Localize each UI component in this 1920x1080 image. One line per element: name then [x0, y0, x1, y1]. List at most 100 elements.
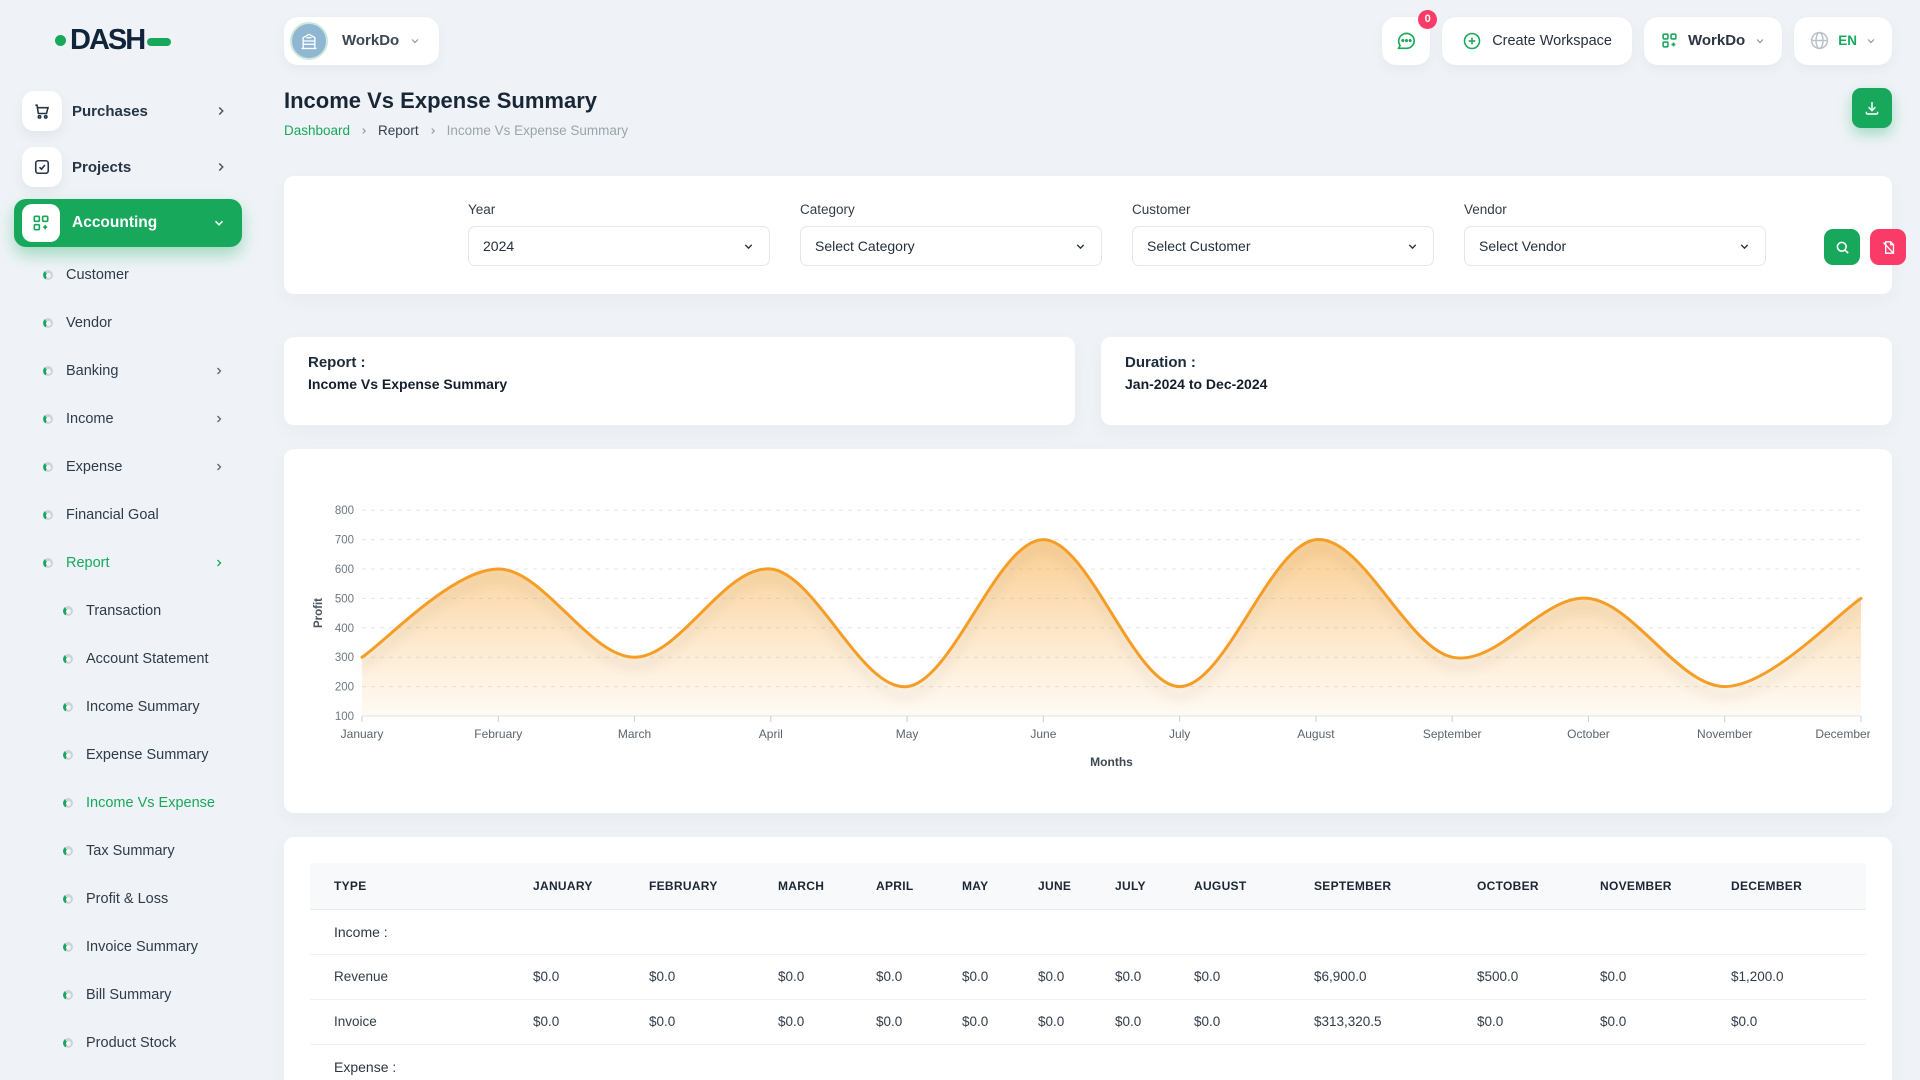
sidebar: DASH PurchasesProjectsAccountingCustomer…	[0, 0, 252, 1080]
category-select[interactable]: Select Category	[800, 226, 1102, 266]
cell-value: $313,320.5	[1290, 999, 1453, 1044]
table-row-revenue: Revenue$0.0$0.0$0.0$0.0$0.0$0.0$0.0$0.0$…	[310, 954, 1866, 999]
svg-text:April: April	[759, 727, 783, 741]
breadcrumb-dashboard-link[interactable]: Dashboard	[284, 123, 350, 138]
chat-icon	[1395, 30, 1417, 52]
chevron-right-icon	[213, 461, 225, 473]
cell-value: $0.0	[1014, 999, 1091, 1044]
app-logo[interactable]: DASH	[55, 24, 252, 57]
svg-text:September: September	[1423, 727, 1482, 741]
workdo-menu-button[interactable]: WorkDo	[1644, 17, 1782, 65]
create-workspace-button[interactable]: Create Workspace	[1442, 17, 1632, 65]
breadcrumb-report-link[interactable]: Report	[378, 123, 419, 138]
cell-value: $0.0	[754, 954, 852, 999]
svg-text:November: November	[1697, 727, 1752, 741]
sidebar-item-tax-summary[interactable]: Tax Summary	[0, 827, 252, 875]
chevron-down-icon	[1406, 240, 1419, 253]
messages-count-badge: 0	[1418, 10, 1437, 29]
sidebar-item-income[interactable]: Income	[0, 395, 252, 443]
sidebar-item-transaction[interactable]: Transaction	[0, 587, 252, 635]
filter-card: Year 2024 Category Select Category CustomerS…	[284, 176, 1892, 294]
sidebar-item-cash-flow[interactable]: Cash Flow	[0, 1067, 252, 1080]
apply-filter-button[interactable]	[1824, 229, 1860, 265]
customer-filter: CustomerSelect Customer	[1132, 202, 1434, 266]
profit-chart-card: 100200300400500600700800JanuaryFebruaryM…	[284, 449, 1892, 813]
bullet-icon	[43, 510, 53, 520]
sidebar-item-financial-goal[interactable]: Financial Goal	[0, 491, 252, 539]
cart-icon	[22, 91, 62, 131]
svg-text:Profit: Profit	[313, 598, 325, 628]
chevron-right-icon	[428, 126, 438, 136]
sidebar-item-projects[interactable]: Projects	[0, 139, 252, 195]
language-code: EN	[1838, 33, 1857, 48]
workspace-switcher[interactable]: WorkDo	[284, 17, 439, 65]
sidebar-item-report[interactable]: Report	[0, 539, 252, 587]
svg-text:300: 300	[335, 652, 354, 664]
chevron-down-icon	[212, 216, 226, 230]
sidebar-item-expense-summary[interactable]: Expense Summary	[0, 731, 252, 779]
bullet-icon	[43, 414, 53, 424]
language-selector[interactable]: EN	[1794, 17, 1892, 65]
svg-text:August: August	[1297, 727, 1335, 741]
svg-text:200: 200	[335, 682, 354, 694]
chevron-right-icon	[359, 126, 369, 136]
table-header-row: TYPEJANUARYFEBRUARYMARCHAPRILMAYJUNEJULY…	[310, 863, 1866, 909]
chevron-right-icon	[213, 557, 225, 569]
cell-value: $0.0	[938, 999, 1014, 1044]
chevron-right-icon	[214, 104, 228, 118]
svg-text:600: 600	[335, 564, 354, 576]
sidebar-item-profit-loss[interactable]: Profit & Loss	[0, 875, 252, 923]
column-header-july: JULY	[1091, 863, 1170, 909]
cell-value: $0.0	[1453, 999, 1576, 1044]
sidebar-item-accounting[interactable]: Accounting	[14, 199, 242, 247]
year-filter: Year 2024	[468, 202, 770, 266]
cell-value: $0.0	[1091, 954, 1170, 999]
svg-text:400: 400	[335, 623, 354, 635]
duration-summary-card: Duration : Jan-2024 to Dec-2024	[1101, 337, 1892, 425]
svg-text:July: July	[1169, 727, 1190, 741]
chevron-down-icon	[1738, 240, 1751, 253]
bullet-icon	[63, 702, 73, 712]
messages-button[interactable]: 0	[1382, 17, 1430, 65]
sidebar-item-invoice-summary[interactable]: Invoice Summary	[0, 923, 252, 971]
bullet-icon	[63, 798, 73, 808]
svg-text:January: January	[341, 727, 384, 741]
page-header: Income Vs Expense Summary Dashboard Repo…	[284, 88, 1892, 138]
logo-dot-icon	[55, 35, 66, 46]
grid-plus-icon	[1660, 31, 1679, 50]
reset-filter-button[interactable]	[1870, 229, 1906, 265]
bullet-icon	[63, 606, 73, 616]
main-content: WorkDo 0 Create Workspace WorkDo EN	[252, 0, 1920, 1080]
cell-value: $0.0	[1576, 954, 1707, 999]
plus-circle-icon	[1462, 31, 1482, 51]
sidebar-item-income-vs-expense[interactable]: Income Vs Expense	[0, 779, 252, 827]
svg-text:March: March	[618, 727, 651, 741]
customer-select[interactable]: Select Customer	[1132, 226, 1434, 266]
sidebar-item-customer[interactable]: Customer	[0, 251, 252, 299]
chevron-right-icon	[213, 413, 225, 425]
category-filter: Category Select Category	[800, 202, 1102, 266]
income-expense-table-card: TYPEJANUARYFEBRUARYMARCHAPRILMAYJUNEJULY…	[284, 837, 1892, 1080]
bullet-icon	[63, 894, 73, 904]
svg-text:June: June	[1030, 727, 1056, 741]
sidebar-item-banking[interactable]: Banking	[0, 347, 252, 395]
download-button[interactable]	[1852, 88, 1892, 128]
sidebar-item-purchases[interactable]: Purchases	[0, 83, 252, 139]
chevron-down-icon	[1074, 240, 1087, 253]
sidebar-item-product-stock[interactable]: Product Stock	[0, 1019, 252, 1067]
column-header-type: TYPE	[310, 863, 509, 909]
chevron-down-icon	[1754, 35, 1766, 47]
category-label: Category	[800, 202, 1102, 217]
bullet-icon	[43, 270, 53, 280]
vendor-select[interactable]: Select Vendor	[1464, 226, 1766, 266]
sidebar-item-bill-summary[interactable]: Bill Summary	[0, 971, 252, 1019]
sidebar-item-vendor[interactable]: Vendor	[0, 299, 252, 347]
year-select[interactable]: 2024	[468, 226, 770, 266]
sidebar-item-income-summary[interactable]: Income Summary	[0, 683, 252, 731]
sidebar-item-account-statement[interactable]: Account Statement	[0, 635, 252, 683]
bullet-icon	[43, 462, 53, 472]
sidebar-item-expense[interactable]: Expense	[0, 443, 252, 491]
cell-value: $0.0	[625, 954, 754, 999]
column-header-september: SEPTEMBER	[1290, 863, 1453, 909]
year-label: Year	[468, 202, 770, 217]
